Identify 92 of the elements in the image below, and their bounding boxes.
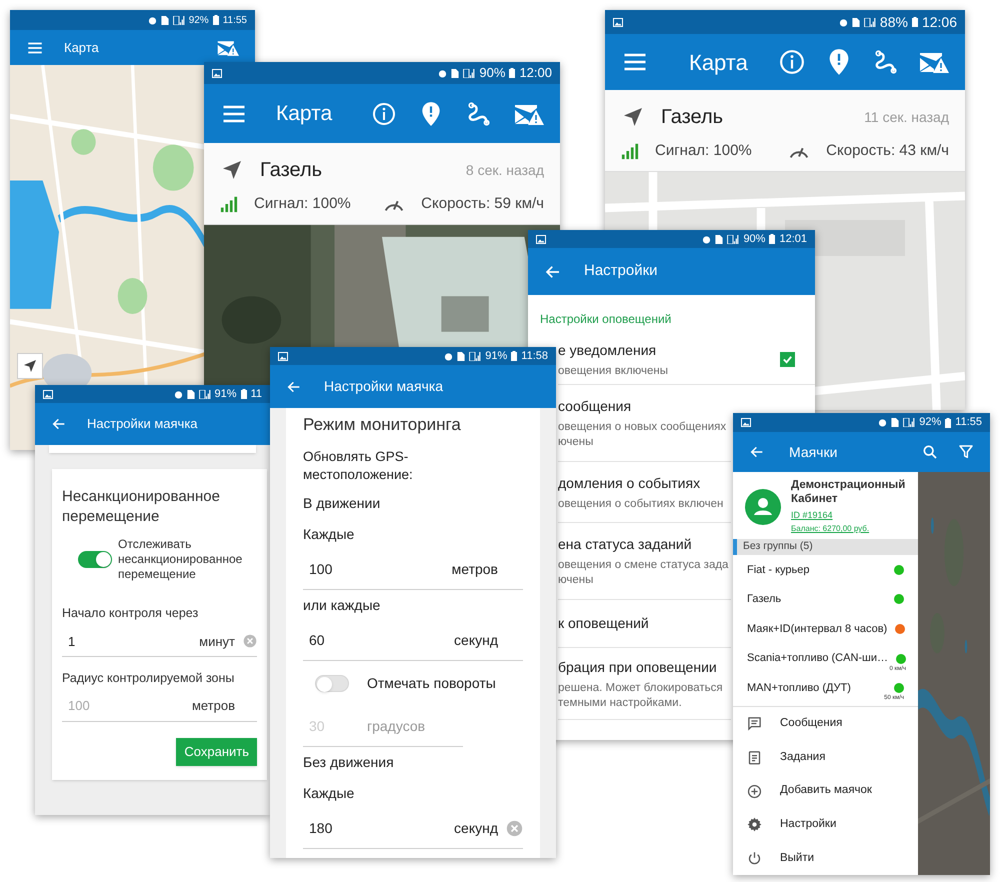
input-field[interactable]: 60 секунд [303, 620, 523, 660]
menu-label: Выйти [780, 850, 814, 866]
setting-description: решена. Может блокироваться темными настройками. [558, 680, 724, 710]
field-label: Начало контроля через [62, 605, 200, 622]
setting-title: е уведомления [558, 341, 658, 360]
battery-percent: 88% [880, 12, 908, 32]
screen-title: Карта [276, 100, 332, 127]
setting-label: или каждые [303, 596, 382, 615]
screen-title: Маячки [789, 442, 838, 462]
input-field[interactable]: 1 минут [62, 626, 257, 657]
vehicle-name: Газель [260, 158, 322, 183]
setting-row[interactable]: ена статуса заданий овещения о смене статуса зада ючены [558, 523, 731, 600]
signal-text: Сигнал: 100% [254, 194, 351, 214]
setting-title: брация при оповещении [558, 658, 718, 677]
update-time: 11 сек. назад [864, 108, 949, 127]
setting-title: к оповещений [558, 614, 650, 633]
input-field[interactable]: 100 метров [303, 550, 523, 590]
setting-row[interactable]: к оповещений [558, 600, 731, 648]
battery-percent: 90% [479, 64, 506, 82]
field-placeholder: 100 [68, 697, 90, 716]
screen-title: Карта [64, 38, 99, 57]
section-header: Настройки оповещений [540, 312, 672, 326]
clock: 11:55 [955, 415, 982, 430]
field-value: 1 [68, 632, 76, 650]
clock: 12:01 [779, 232, 807, 247]
group-title: Без группы (5) [743, 539, 813, 554]
field-value: 100 [309, 560, 334, 578]
input-field[interactable]: 180 секунд [303, 808, 523, 848]
setting-description: овещения включены [558, 364, 670, 379]
unit-label: секунд [454, 818, 498, 838]
beacon-item[interactable]: Газель [733, 584, 918, 614]
battery-percent: 90% [743, 232, 766, 247]
drawer-menu-item[interactable]: Сообщения [733, 707, 918, 741]
screen-title: Настройки [584, 261, 658, 282]
beacon-name: Scania+топливо (CAN-ши… [747, 651, 888, 666]
setting-title: ена статуса заданий [558, 535, 693, 554]
toggle-label: Отслеживать несанкционированное перемещение [118, 537, 244, 582]
setting-title: домления о событиях [558, 474, 702, 493]
drawer-menu-item[interactable]: Настройки [733, 808, 918, 842]
setting-description: овещения о событиях включен [558, 496, 724, 512]
unit-label: градусов [367, 716, 426, 736]
beacon-name: MAN+топливо (ДУТ) [747, 681, 851, 696]
menu-label: Добавить маячок [780, 783, 872, 798]
setting-row[interactable]: брация при оповещении решена. Может блокироваться темными настройками. [558, 648, 731, 720]
menu-label: Настройки [780, 817, 836, 832]
screen-title: Карта [689, 48, 748, 77]
clock: 11:55 [222, 14, 247, 28]
unit-label: метров [192, 697, 235, 716]
setting-row[interactable]: домления о событиях овещения о событиях включен [558, 462, 731, 523]
clock: 12:00 [519, 64, 552, 82]
card-heading: Несанкционированное перемещение [62, 487, 221, 527]
drawer-menu-item[interactable]: Добавить маячок [733, 774, 918, 808]
field-value: 60 [309, 630, 326, 650]
signal-text: Сигнал: 100% [655, 141, 752, 161]
beacon-item[interactable]: Fiat - курьер [733, 555, 918, 585]
setting-description: овещения о новых сообщениях ючены [558, 420, 728, 450]
screen-title: Настройки маячка [324, 377, 444, 396]
clock: 11:58 [521, 348, 548, 364]
setting-row[interactable]: е уведомления овещения включены [558, 335, 815, 385]
setting-label: Каждые [303, 524, 356, 544]
beacon-item[interactable]: Маяк+ID(интервал 8 часов) [733, 614, 918, 644]
vehicle-name: Газель [661, 105, 724, 130]
speed-text: Скорость: 59 км/ч [421, 194, 544, 214]
setting-title: сообщения [558, 397, 632, 416]
unit-label: секунд [454, 630, 498, 650]
setting-label: Без движения [303, 752, 395, 772]
beacon-name: Fiat - курьер [747, 562, 810, 578]
field-value: 180 [309, 818, 334, 838]
setting-label: Обновлять GPS- местоположение: [303, 448, 414, 484]
field-label: Радиус контролируемой зоны [62, 670, 236, 687]
drawer-menu-item[interactable]: Выйти [733, 841, 918, 875]
menu-label: Задания [780, 750, 826, 765]
account-name: Демонстрационный Кабинет [791, 478, 906, 506]
unit-label: метров [452, 560, 498, 579]
clock: 12:06 [922, 12, 957, 32]
battery-percent: 91% [485, 348, 508, 364]
unit-label: минут [199, 632, 235, 651]
menu-label: Сообщения [780, 716, 842, 732]
battery-percent: 92% [188, 14, 209, 28]
setting-description: овещения о смене статуса зада ючены [558, 558, 730, 588]
section-heading: Режим мониторинга [303, 414, 462, 436]
update-time: 8 сек. назад [466, 160, 544, 180]
battery-percent: 92% [919, 415, 942, 430]
toggle-label: Отмечать повороты [367, 674, 496, 693]
beacon-name: Газель [747, 592, 782, 608]
beacon-name: Маяк+ID(интервал 8 часов) [747, 622, 888, 637]
setting-row[interactable]: сообщения овещения о новых сообщениях ючены [558, 385, 731, 462]
drawer-menu-item[interactable]: Задания [733, 740, 918, 774]
input-field[interactable]: 100 метров [62, 692, 257, 722]
speed-text: Скорость: 43 км/ч [826, 141, 949, 161]
setting-label: В движении [303, 494, 382, 513]
setting-label: Каждые [303, 784, 356, 803]
